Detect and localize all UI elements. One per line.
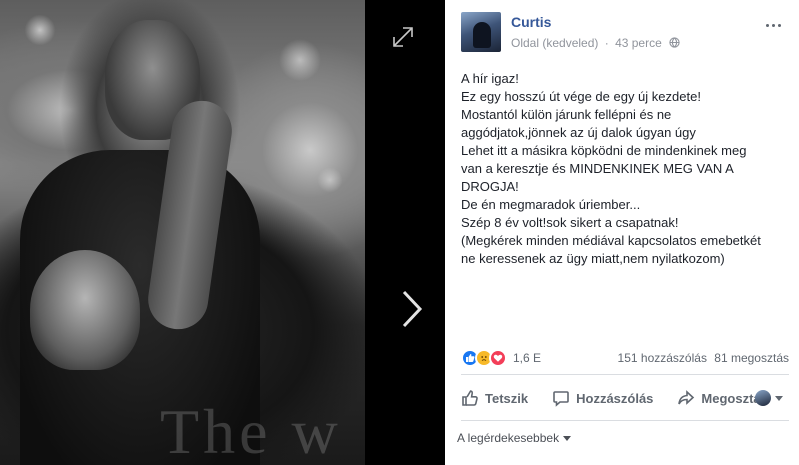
post-text-line: ne keressenek az ügy miatt,nem nyilatkoz…: [461, 251, 725, 266]
post-text-line: Lehet itt a másikra köpködni de mindenki…: [461, 143, 747, 158]
post-text-line: Mostantól külön járunk fellépni és ne: [461, 107, 672, 122]
post-text-line: De én megmaradok úriember...: [461, 197, 641, 212]
share-arrow-icon: [678, 390, 695, 405]
author-name-link[interactable]: Curtis: [511, 14, 551, 30]
page-avatar[interactable]: [461, 12, 501, 52]
post-photo[interactable]: The w: [0, 0, 365, 465]
comment-icon: [553, 391, 569, 407]
like-button-label: Tetszik: [485, 390, 529, 406]
post-text: A hír igaz! Ez egy hosszú út vége de egy…: [461, 70, 799, 268]
comment-sort-label: A legérdekesebbek: [457, 431, 560, 445]
more-options-icon[interactable]: [763, 20, 783, 30]
divider: [461, 374, 789, 375]
next-photo-chevron-icon[interactable]: [394, 284, 428, 334]
globe-icon[interactable]: [669, 37, 680, 48]
expand-icon[interactable]: [390, 24, 416, 50]
post-timestamp[interactable]: 43 perce: [615, 36, 662, 50]
post-text-line: A hír igaz!: [461, 71, 519, 86]
post-text-line: van a keresztje és MINDENKINEK MEG VAN A: [461, 161, 734, 176]
thumbs-up-icon: [462, 390, 478, 406]
post-meta: Oldal (kedveled) · 43 perce: [511, 36, 680, 50]
meta-separator: ·: [604, 36, 609, 50]
comment-sort-dropdown[interactable]: A legérdekesebbek: [457, 431, 572, 445]
engagement-counts: 151 hozzászólás 81 megosztás: [614, 351, 789, 365]
banner-text: The w: [160, 396, 342, 465]
post-panel: Curtis Oldal (kedveled) · 43 perce A hír…: [445, 0, 799, 465]
post-header: Curtis Oldal (kedveled) · 43 perce: [461, 12, 789, 56]
post-text-line: aggódjatok,jönnek az új dalok úgyan úgy: [461, 125, 696, 140]
post-text-line: Szép 8 év volt!sok sikert a csapatnak!: [461, 215, 679, 230]
page-type-label: Oldal (kedveled): [511, 36, 599, 50]
post-text-line: (Megkérek minden médiával kapcsolatos em…: [461, 233, 761, 248]
user-avatar: [755, 390, 771, 406]
reaction-icons[interactable]: [461, 349, 507, 367]
like-button[interactable]: Tetszik: [461, 389, 528, 407]
shirt-skull-print: [30, 250, 140, 370]
divider: [461, 420, 789, 421]
reactions-row: 1,6 E 151 hozzászólás 81 megosztás: [461, 348, 789, 368]
comment-button-label: Hozzászólás: [576, 390, 654, 406]
comment-button[interactable]: Hozzászólás: [552, 389, 653, 407]
reaction-count[interactable]: 1,6 E: [513, 351, 541, 365]
share-count-link[interactable]: 81 megosztás: [714, 351, 789, 365]
chevron-down-icon: [563, 435, 572, 441]
chevron-down-icon: [775, 395, 783, 401]
photo-viewer: The w: [0, 0, 445, 465]
post-text-line: DROGJA!: [461, 179, 519, 194]
post-as-selector[interactable]: [755, 390, 783, 406]
post-text-line: Ez egy hosszú út vége de egy új kezdete!: [461, 89, 701, 104]
love-reaction-icon: [489, 349, 507, 367]
action-bar: Tetszik Hozzászólás Megosztás: [461, 382, 789, 414]
comment-count-link[interactable]: 151 hozzászólás: [618, 351, 707, 365]
